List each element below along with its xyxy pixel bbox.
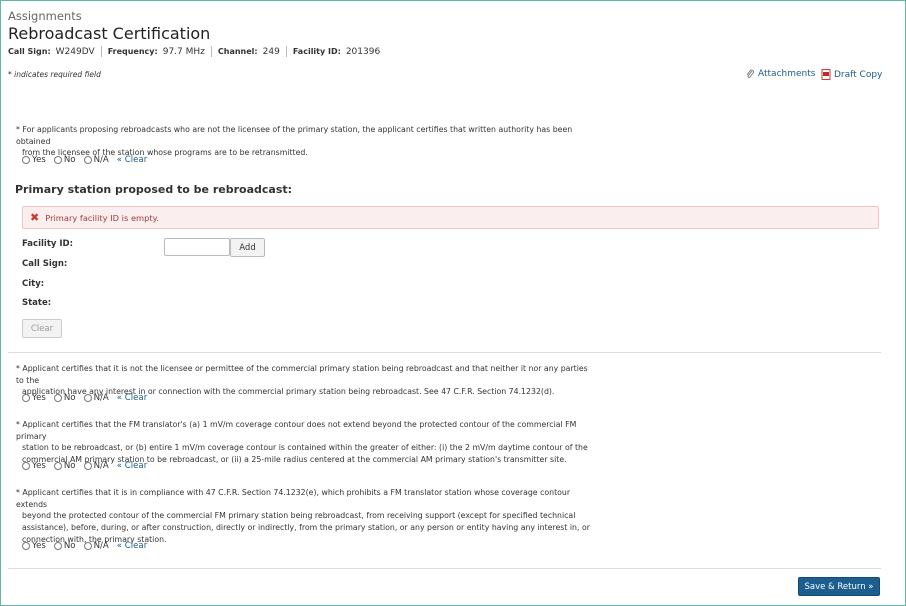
radio-no[interactable]: No (53, 155, 76, 165)
question-line: * Applicant certifies that it is in comp… (16, 488, 571, 509)
radio-no[interactable]: No (53, 541, 76, 551)
radio-button[interactable] (22, 394, 30, 402)
radio-label: No (63, 461, 76, 471)
certification-question-1: * For applicants proposing rebroadcasts … (16, 124, 596, 159)
error-text: Primary facility ID is empty. (45, 212, 160, 223)
question-line: beyond the protected contour of the comm… (22, 511, 576, 521)
radio-label: N/A (93, 155, 109, 165)
divider (285, 46, 287, 57)
radio-yes[interactable]: Yes (22, 393, 46, 403)
radio-button[interactable] (53, 394, 62, 402)
required-field-note: * indicates required field (8, 70, 101, 79)
footer-divider (8, 568, 881, 569)
radio-button[interactable] (22, 542, 30, 550)
radio-button[interactable] (83, 462, 92, 470)
attachments-label: Attachments (758, 69, 816, 79)
station-info-bar: Call Sign: W249DV Frequency: 97.7 MHz Ch… (8, 46, 380, 57)
channel-label: Channel: (217, 47, 258, 56)
radio-na[interactable]: N/A (83, 155, 109, 165)
radio-button[interactable] (53, 156, 62, 164)
clear-selection-link[interactable]: « Clear (117, 541, 147, 551)
paperclip-icon (746, 69, 754, 78)
radio-button[interactable] (83, 394, 92, 402)
facility-id-input[interactable] (164, 238, 230, 256)
facility-id-value: 201396 (345, 46, 381, 57)
page-title: Rebroadcast Certification (8, 24, 211, 43)
question-3-radio-group: Yes No N/A « Clear (22, 461, 147, 471)
radio-no[interactable]: No (53, 461, 76, 471)
facility-id-label: Facility ID: (292, 47, 341, 56)
clear-button[interactable]: Clear (22, 319, 62, 338)
question-line: * For applicants proposing rebroadcasts … (16, 125, 573, 146)
error-x-icon: ✖ (30, 211, 40, 224)
radio-label: Yes (32, 461, 46, 471)
clear-selection-link[interactable]: « Clear (117, 461, 147, 471)
radio-label: Yes (32, 393, 46, 403)
radio-na[interactable]: N/A (83, 393, 109, 403)
certification-question-4: * Applicant certifies that it is in comp… (16, 487, 596, 546)
radio-label: Yes (32, 155, 46, 165)
call-sign-value: W249DV (55, 46, 95, 57)
divider (210, 46, 212, 57)
channel-value: 249 (262, 46, 280, 57)
radio-label: No (63, 155, 76, 165)
draft-copy-link[interactable]: Draft Copy (821, 69, 882, 80)
radio-no[interactable]: No (53, 393, 76, 403)
attachments-link[interactable]: Attachments (745, 69, 815, 79)
question-2-radio-group: Yes No N/A « Clear (22, 393, 147, 403)
radio-button[interactable] (83, 542, 92, 550)
radio-button[interactable] (53, 462, 62, 470)
divider (100, 46, 102, 57)
question-line: * Applicant certifies that it is not the… (16, 364, 588, 385)
radio-yes[interactable]: Yes (22, 155, 46, 165)
question-line: assistance), before, during, or after co… (22, 523, 590, 533)
radio-yes[interactable]: Yes (22, 461, 46, 471)
question-line: * Applicant certifies that the FM transl… (16, 420, 577, 441)
frequency-label: Frequency: (107, 47, 158, 56)
radio-button[interactable] (22, 156, 30, 164)
breadcrumb[interactable]: Assignments (8, 9, 82, 23)
section-divider (8, 352, 881, 353)
primary-city-label: City: (22, 279, 45, 289)
call-sign-label: Call Sign: (8, 47, 51, 56)
question-1-radio-group: Yes No N/A « Clear (22, 155, 147, 165)
draft-copy-label: Draft Copy (834, 69, 883, 80)
radio-label: No (63, 393, 76, 403)
radio-label: N/A (93, 461, 109, 471)
primary-facility-id-label: Facility ID: (22, 239, 74, 249)
primary-state-label: State: (22, 298, 52, 308)
pdf-icon (821, 69, 831, 80)
radio-button[interactable] (83, 156, 92, 164)
radio-label: Yes (32, 541, 46, 551)
primary-station-heading: Primary station proposed to be rebroadca… (15, 183, 293, 196)
add-button[interactable]: Add (230, 238, 265, 257)
clear-selection-link[interactable]: « Clear (117, 155, 147, 165)
radio-na[interactable]: N/A (83, 461, 109, 471)
clear-selection-link[interactable]: « Clear (117, 393, 147, 403)
frequency-value: 97.7 MHz (162, 46, 205, 57)
radio-na[interactable]: N/A (83, 541, 109, 551)
radio-yes[interactable]: Yes (22, 541, 46, 551)
certification-question-3: * Applicant certifies that the FM transl… (16, 419, 596, 466)
error-message: ✖ Primary facility ID is empty. (22, 206, 879, 229)
save-and-return-button[interactable]: Save & Return » (798, 577, 880, 596)
question-line: station to be rebroadcast, or (b) entire… (22, 443, 588, 453)
radio-button[interactable] (22, 462, 30, 470)
radio-button[interactable] (53, 542, 62, 550)
radio-label: N/A (93, 541, 109, 551)
primary-call-sign-label: Call Sign: (22, 259, 68, 269)
question-4-radio-group: Yes No N/A « Clear (22, 541, 147, 551)
radio-label: N/A (93, 393, 109, 403)
radio-label: No (63, 541, 76, 551)
